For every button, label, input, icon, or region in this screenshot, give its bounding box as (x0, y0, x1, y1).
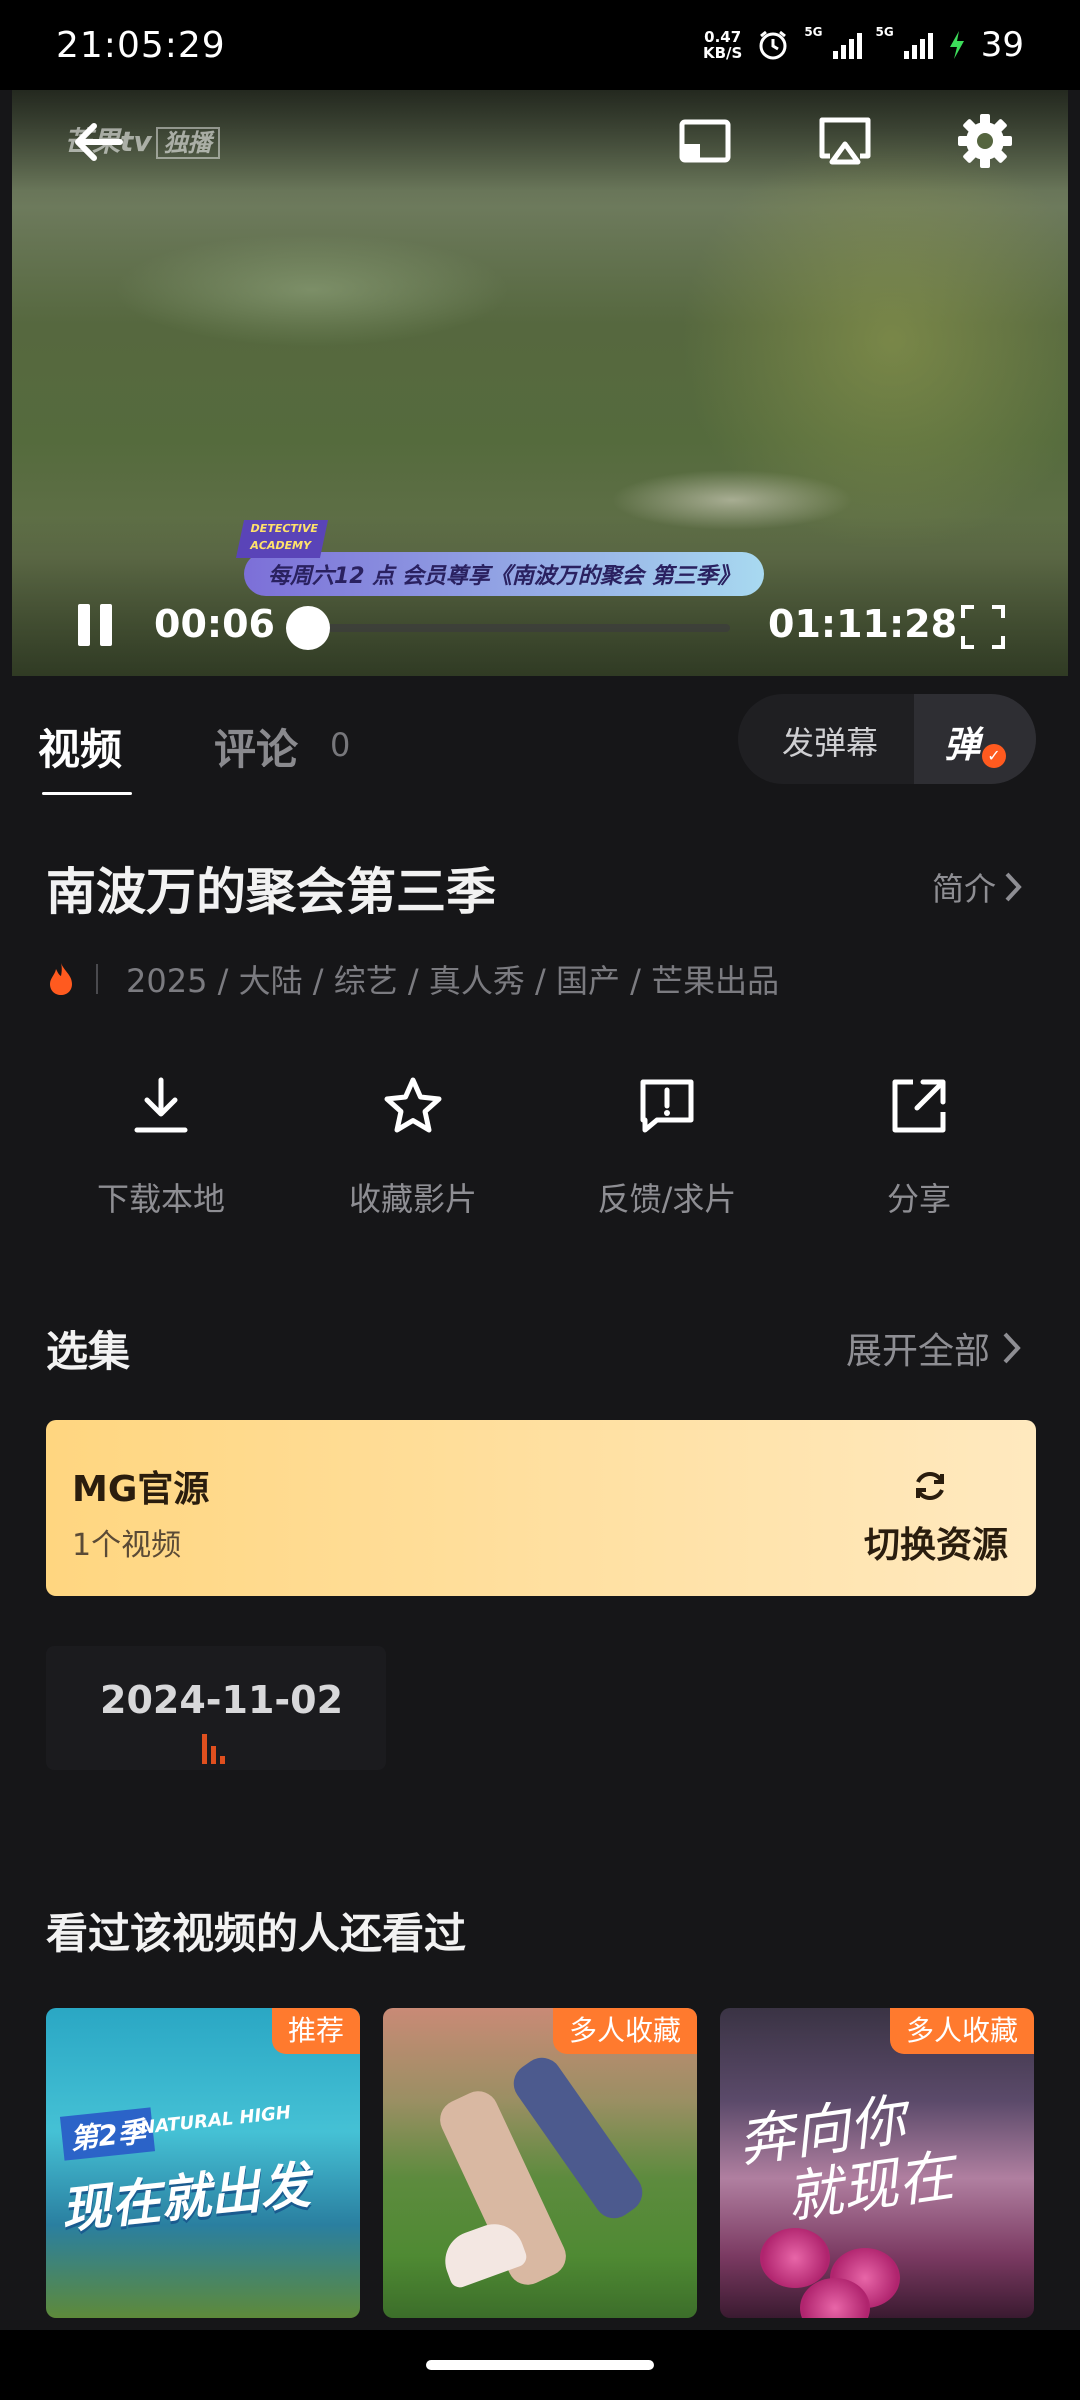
sim2-5g-label: 5G (875, 25, 894, 39)
battery-level: 39 (980, 25, 1024, 65)
back-arrow-icon[interactable] (68, 112, 128, 172)
poster-en-title: NATURAL HIGH (139, 2102, 292, 2139)
refresh-icon (916, 1472, 944, 1500)
expand-all-label: 展开全部 (845, 1331, 990, 1372)
net-speed: 0.47 KB/S (702, 28, 743, 62)
airplay-icon[interactable] (812, 108, 878, 174)
check-badge-icon: ✓ (982, 744, 1006, 768)
expand-all-link[interactable]: 展开全部 (846, 1322, 1024, 1374)
charging-icon (949, 31, 964, 59)
episode-date: 2024-11-02 (100, 1678, 344, 1722)
comment-count: 0 (330, 726, 351, 764)
now-playing-icon (202, 1732, 234, 1764)
show-title: 南波万的聚会第三季 (46, 863, 496, 921)
sim1-5g-label: 5G (804, 25, 823, 39)
current-time: 00:06 (154, 602, 275, 646)
alarm-icon (759, 30, 787, 60)
cast-icon[interactable] (672, 108, 738, 174)
promo-banner-tag: DETECTIVE ACADEMY (235, 520, 329, 558)
fullscreen-icon[interactable] (960, 604, 1006, 650)
poster-title-art: 奔向你 就现在 (734, 2087, 958, 2232)
status-icons: 0.47 KB/S 5G 5G 39 (703, 25, 1024, 65)
tab-video-underline (42, 792, 132, 795)
progress-knob[interactable] (286, 606, 330, 650)
source-card[interactable]: MG官源 1个视频 切换资源 (46, 1420, 1036, 1596)
danmu-toggle-label: 弹 (944, 725, 981, 766)
star-icon (384, 1077, 442, 1133)
intro-link[interactable]: 简介 (932, 864, 1024, 910)
poster-art (760, 2228, 830, 2288)
danmu-control: 发弹幕 弹 ✓ (738, 694, 1036, 784)
status-time: 21:05:29 (56, 24, 226, 66)
recommend-badge: 推荐 (271, 2008, 360, 2054)
send-danmu-button[interactable]: 发弹幕 (782, 718, 878, 764)
meta-text: 2025 / 大陆 / 综艺 / 真人秀 / 国产 / 芒果出品 (126, 962, 780, 1000)
favorite-label: 收藏影片 (348, 1180, 477, 1218)
home-gesture-handle[interactable] (426, 2360, 654, 2370)
show-meta: 2025 / 大陆 / 综艺 / 真人秀 / 国产 / 芒果出品 (46, 956, 779, 1002)
share-label: 分享 (886, 1180, 951, 1218)
system-nav-bar (0, 2330, 1080, 2400)
share-icon (892, 1079, 946, 1133)
poster-title-art: 现在就出发 (58, 2156, 313, 2240)
favorite-button[interactable]: 收藏影片 (288, 1074, 538, 1220)
episode-item[interactable]: 2024-11-02 (46, 1646, 386, 1770)
intro-label: 简介 (931, 870, 996, 908)
recommend-list: 第2季 NATURAL HIGH 现在就出发 推荐 多人收藏 奔向你 就现在 多… (46, 2008, 1046, 2318)
signal-icon-2 (903, 31, 933, 59)
status-bar: 21:05:29 0.47 KB/S 5G 5G 39 (0, 0, 1080, 90)
chevron-right-icon (1005, 872, 1022, 902)
recommend-badge: 多人收藏 (889, 2008, 1034, 2054)
recommend-badge: 多人收藏 (552, 2008, 697, 2054)
share-button[interactable]: 分享 (794, 1074, 1044, 1220)
recommend-title: 看过该视频的人还看过 (46, 1909, 467, 1958)
switch-source-button[interactable]: 切换资源 (864, 1516, 1008, 1568)
action-row: 下载本地 收藏影片 反馈/求片 分享 (0, 1074, 1080, 1234)
download-icon (134, 1077, 188, 1133)
tab-comments[interactable]: 评论 (214, 716, 298, 777)
content-tabs: 视频 评论 0 发弹幕 弹 ✓ (0, 676, 1080, 806)
meta-divider (96, 964, 98, 994)
duration: 01:11:28 (768, 602, 958, 646)
pause-button[interactable] (78, 604, 114, 646)
settings-gear-icon[interactable] (952, 108, 1018, 174)
feedback-button[interactable]: 反馈/求片 (542, 1074, 792, 1220)
recommend-card[interactable]: 奔向你 就现在 多人收藏 (720, 2008, 1034, 2318)
download-label: 下载本地 (96, 1180, 225, 1218)
episodes-title: 选集 (46, 1327, 131, 1376)
chevron-right-icon (1003, 1332, 1021, 1364)
download-button[interactable]: 下载本地 (36, 1074, 286, 1220)
tab-video[interactable]: 视频 (38, 716, 122, 777)
player-controls: 00:06 01:11:28 (12, 580, 1068, 660)
feedback-icon (640, 1079, 694, 1133)
recommend-card[interactable]: 多人收藏 (383, 2008, 697, 2318)
hot-flame-icon (50, 963, 72, 995)
feedback-label: 反馈/求片 (597, 1180, 737, 1218)
signal-icon (832, 31, 862, 59)
progress-track[interactable] (308, 624, 730, 632)
video-player[interactable]: 芒果tv 独播 每周六12 点 会员尊享《南波万的聚会 第三季》 DETECTIV… (12, 90, 1068, 676)
danmu-toggle[interactable]: 弹 ✓ (914, 694, 1036, 784)
recommend-card[interactable]: 第2季 NATURAL HIGH 现在就出发 推荐 (46, 2008, 360, 2318)
source-video-count: 1个视频 (72, 1528, 182, 1563)
source-name: MG官源 (72, 1469, 210, 1510)
